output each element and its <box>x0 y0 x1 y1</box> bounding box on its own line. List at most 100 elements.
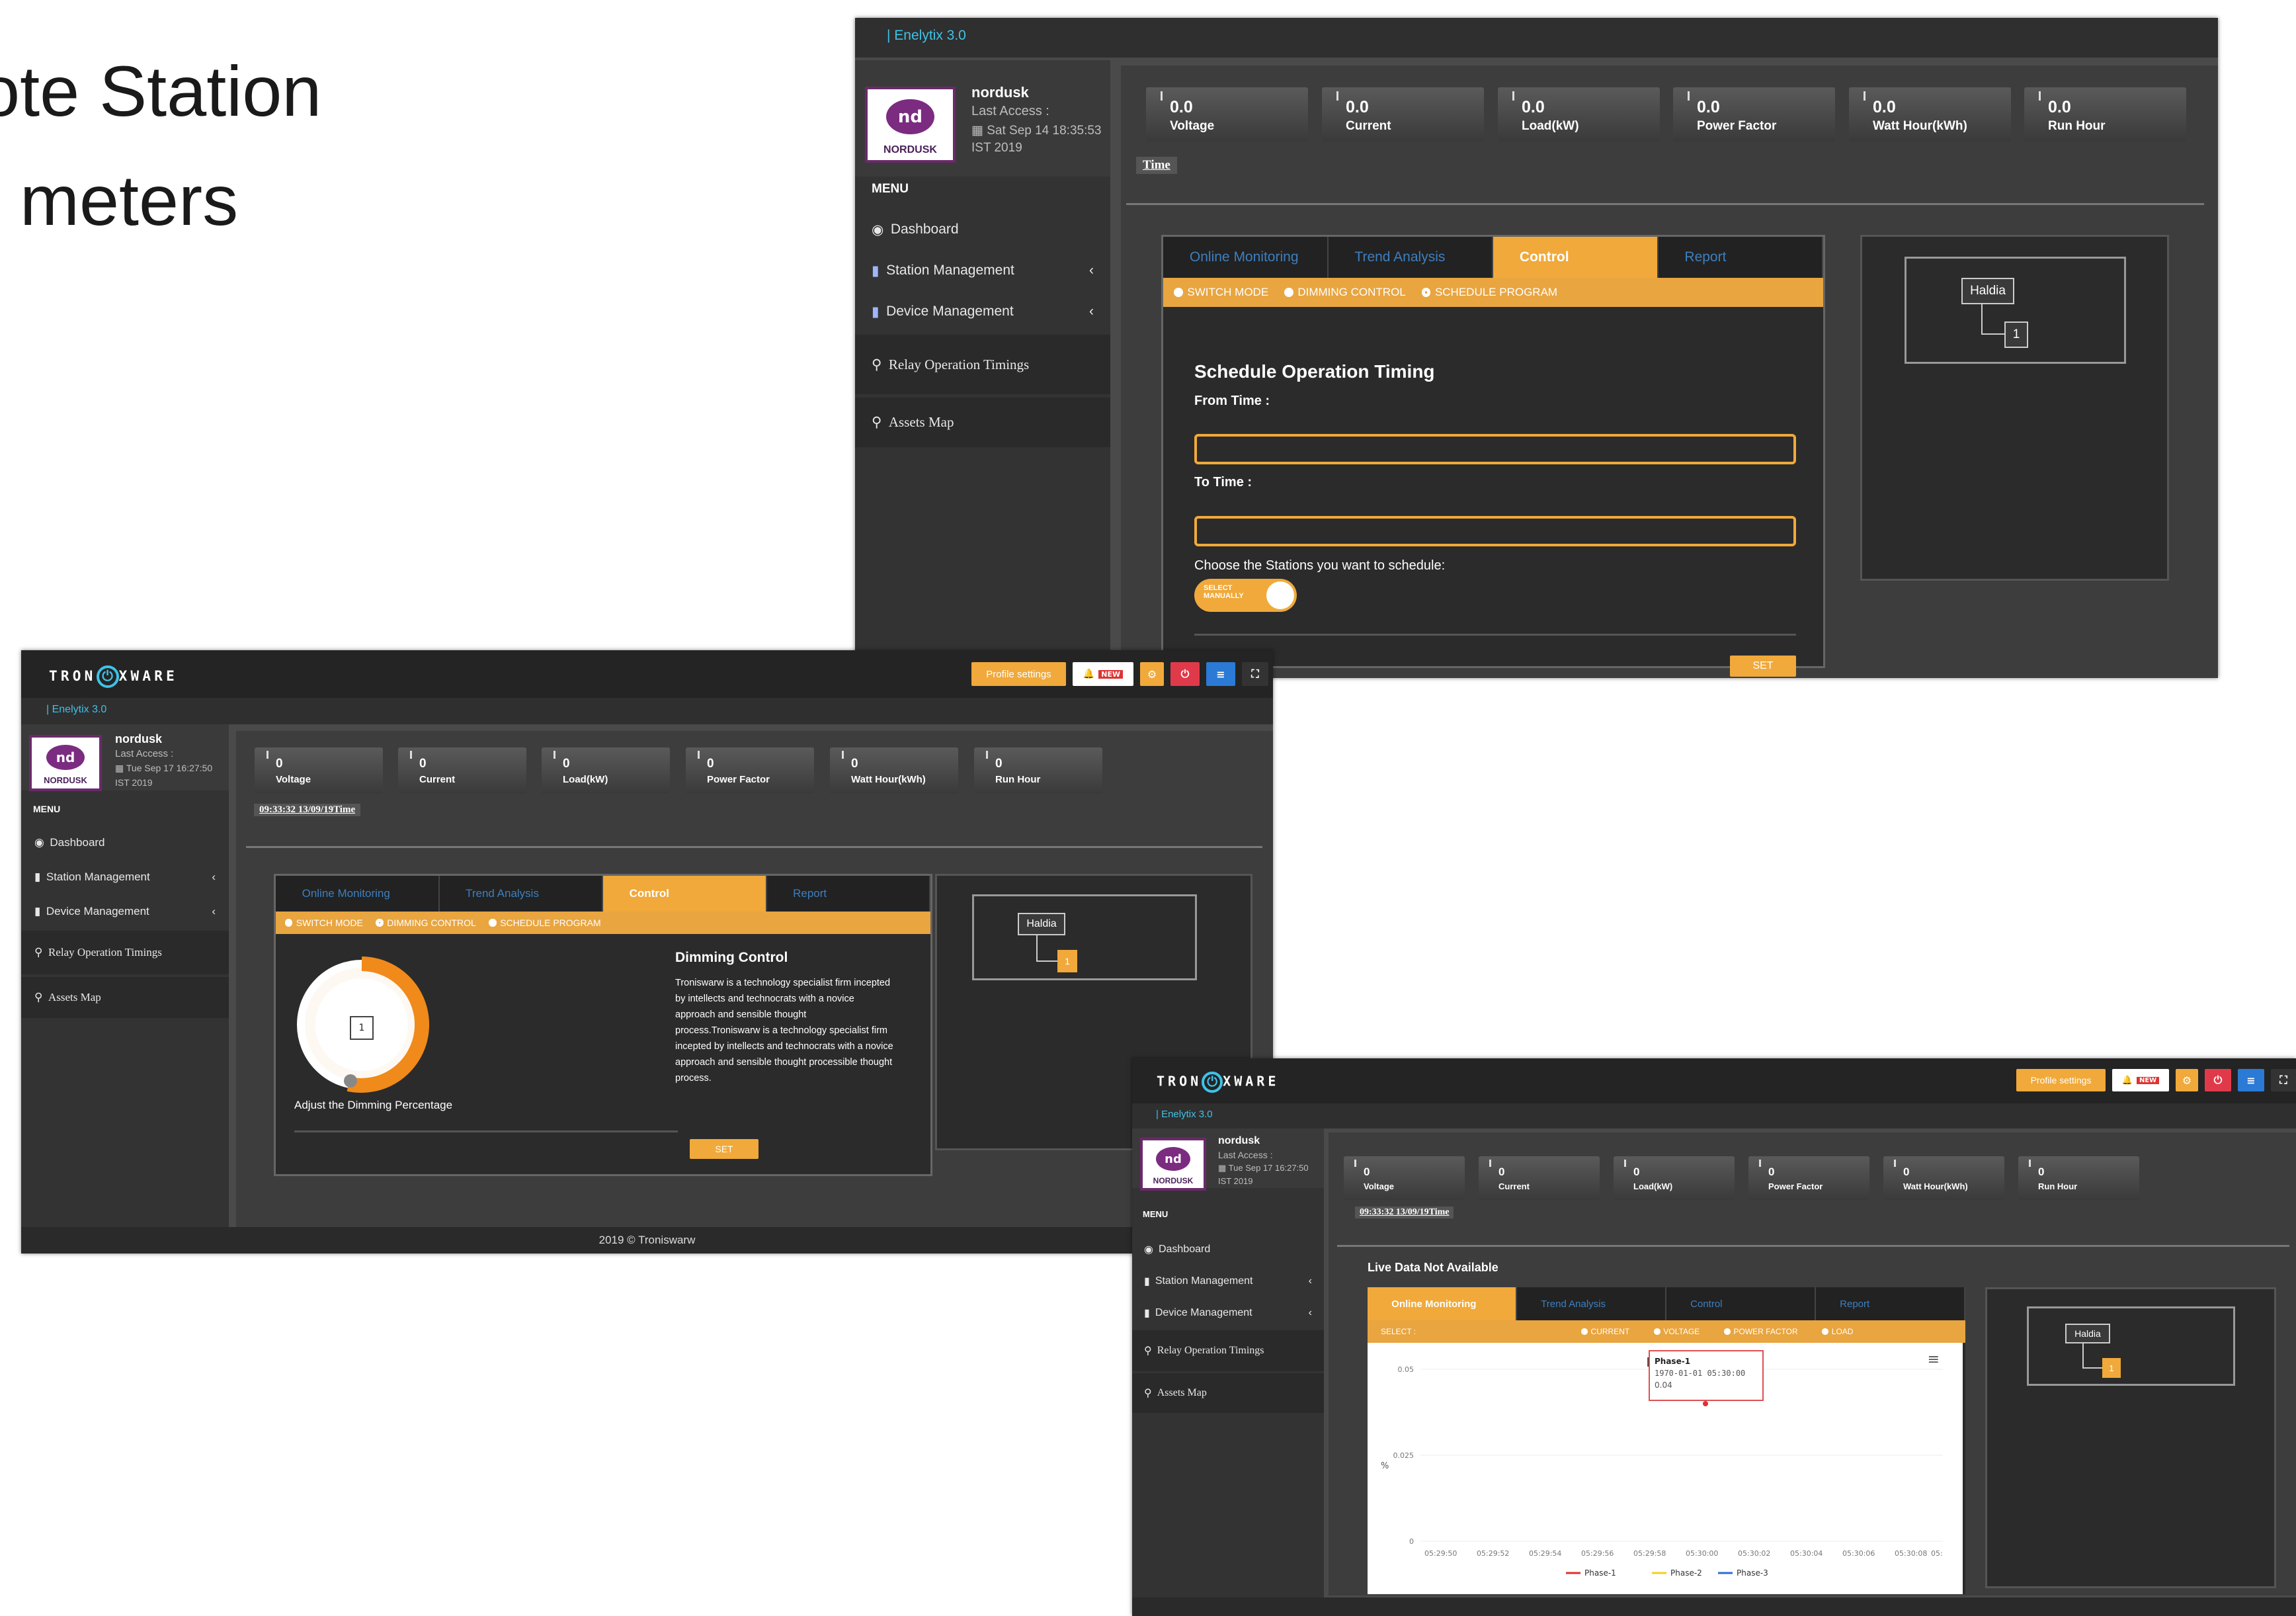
user-name: nordusk <box>1218 1135 1260 1146</box>
sidebar-item-dashboard[interactable]: ◉ Dashboard <box>21 826 229 859</box>
radio-load[interactable]: LOAD <box>1822 1327 1853 1336</box>
power-button[interactable]: ⏻ <box>1170 662 1200 686</box>
brand-bar: | Enelytix 3.0 <box>1132 1103 2296 1128</box>
x-tick-label: 05:30:02 <box>1738 1549 1770 1558</box>
user-name: nordusk <box>115 732 163 745</box>
settings-icon[interactable]: ⚙ <box>2176 1069 2198 1091</box>
live-chart[interactable]: Live≡%0.050.025005:29:5005:29:5205:29:54… <box>1368 1343 1963 1594</box>
radio-switch-mode[interactable]: SWITCH MODE <box>285 917 363 928</box>
x-tick-label: 05:29:56 <box>1581 1549 1614 1558</box>
map-marker-icon: ⚲ <box>872 414 882 430</box>
last-access-date: ▦ Tue Sep 17 16:27:50 <box>115 763 213 773</box>
metric-card-current: 0 Current <box>1479 1156 1600 1200</box>
tab-control[interactable]: Control <box>1666 1287 1816 1320</box>
sidebar-item-relay-operation-timings[interactable]: ⚲ Relay Operation Timings <box>855 335 1110 394</box>
sidebar-item-device-management[interactable]: ▮ Device Management ‹ <box>21 895 229 928</box>
control-mode-radios: SWITCH MODE DIMMING CONTROL SCHEDULE PRO… <box>1163 278 1823 307</box>
time-display: 09:33:32 13/09/19Time <box>1355 1207 1454 1218</box>
dimming-value-input[interactable]: 1 <box>350 1016 374 1040</box>
radio-current[interactable]: CURRENT <box>1581 1327 1629 1336</box>
radio-dimming-control[interactable]: DIMMING CONTROL <box>376 917 476 928</box>
tree-node-child[interactable]: 1 <box>2004 321 2028 348</box>
adjust-dimming-label: Adjust the Dimming Percentage <box>294 1099 453 1111</box>
tab-online-monitoring[interactable]: Online Monitoring <box>1163 237 1329 278</box>
radio-dimming-control[interactable]: DIMMING CONTROL <box>1284 286 1406 299</box>
last-access-date: ▦ Tue Sep 17 16:27:50 <box>1218 1163 1309 1173</box>
sidebar: nd NORDUSK nordusk Last Access : ▦ Tue S… <box>21 724 229 1227</box>
bookmark-icon: ▮ <box>872 304 880 319</box>
last-access-date: ▦ Sat Sep 14 18:35:53 <box>971 124 1102 138</box>
tab-online-monitoring[interactable]: Online Monitoring <box>1368 1287 1517 1320</box>
tree-node-child[interactable]: 1 <box>1057 950 1077 972</box>
station-tree-panel: Haldia 1 <box>1985 1287 2276 1588</box>
metric-card-run-hour: 0 Run Hour <box>974 747 1102 794</box>
sidebar-item-station-management[interactable]: ▮ Station Management ‹ <box>21 861 229 894</box>
x-tick-label: 05:29:50 <box>1424 1549 1457 1558</box>
profile-settings-button[interactable]: Profile settings <box>2016 1069 2106 1091</box>
radio-schedule-program[interactable]: SCHEDULE PROGRAM <box>1421 286 1557 299</box>
bookmark-icon: ▮ <box>34 871 41 883</box>
last-access-tz: IST 2019 <box>971 141 1022 155</box>
bookmark-icon: ▮ <box>872 263 880 278</box>
map-marker-icon: ⚲ <box>872 356 882 372</box>
tree-node-haldia[interactable]: Haldia <box>1018 913 1065 935</box>
slide-title-line1: ote Station <box>0 51 322 131</box>
x-tick-label: 05:30:04 <box>1790 1549 1823 1558</box>
chevron-left-icon: ‹ <box>212 905 216 917</box>
last-access-label: Last Access : <box>971 104 1049 118</box>
set-button[interactable]: SET <box>690 1139 758 1159</box>
profile-settings-button[interactable]: Profile settings <box>971 662 1066 686</box>
radio-switch-mode[interactable]: SWITCH MODE <box>1174 286 1268 299</box>
map-marker-icon: ⚲ <box>34 991 43 1003</box>
tree-node-haldia[interactable]: Haldia <box>1961 278 2014 304</box>
sidebar-item-assets-map[interactable]: ⚲ Assets Map <box>1132 1373 1324 1413</box>
fullscreen-icon[interactable]: ⛶ <box>1242 662 1268 686</box>
tab-report[interactable]: Report <box>766 876 930 912</box>
sidebar-item-assets-map[interactable]: ⚲ Assets Map <box>855 398 1110 447</box>
sidebar-item-device-management[interactable]: ▮ Device Management ‹ <box>1132 1298 1324 1328</box>
tab-report[interactable]: Report <box>1816 1287 1965 1320</box>
sidebar-item-device-management[interactable]: ▮ Device Management ‹ <box>855 292 1110 331</box>
chart-menu-icon: ≡ <box>1928 1351 1940 1368</box>
power-button[interactable]: ⏻ <box>2205 1069 2231 1091</box>
menu-icon[interactable]: ≡ <box>2238 1069 2264 1091</box>
sidebar-item-dashboard[interactable]: ◉ Dashboard <box>855 210 1110 249</box>
tree-node-haldia[interactable]: Haldia <box>2065 1324 2110 1343</box>
from-time-input[interactable] <box>1194 434 1796 464</box>
sidebar-item-assets-map[interactable]: ⚲ Assets Map <box>21 977 229 1018</box>
radio-voltage[interactable]: VOLTAGE <box>1654 1327 1700 1336</box>
sidebar-item-station-management[interactable]: ▮ Station Management ‹ <box>1132 1266 1324 1297</box>
sidebar-item-station-management[interactable]: ▮ Station Management ‹ <box>855 251 1110 290</box>
set-button[interactable]: SET <box>1730 656 1796 677</box>
radio-power-factor[interactable]: POWER FACTOR <box>1724 1327 1798 1336</box>
sidebar-item-dashboard[interactable]: ◉ Dashboard <box>1132 1234 1324 1265</box>
tab-control[interactable]: Control <box>603 876 767 912</box>
metric-card-voltage: 0.0 Voltage <box>1146 87 1308 142</box>
tab-trend-analysis[interactable]: Trend Analysis <box>1328 237 1493 278</box>
menu-icon[interactable]: ≡ <box>1206 662 1235 686</box>
tree-node-child[interactable]: 1 <box>2102 1358 2121 1378</box>
fullscreen-icon[interactable]: ⛶ <box>2271 1069 2296 1091</box>
chevron-left-icon: ‹ <box>1089 263 1094 278</box>
notification-button[interactable]: 🔔 NEW <box>1073 662 1133 686</box>
metric-card-load: 0.0 Load(kW) <box>1498 87 1660 142</box>
notification-button[interactable]: 🔔 NEW <box>2112 1069 2169 1091</box>
select-manually-toggle[interactable]: SELECT MANUALLY <box>1194 579 1297 612</box>
tab-trend-analysis[interactable]: Trend Analysis <box>1517 1287 1666 1320</box>
sidebar-item-relay-operation-timings[interactable]: ⚲ Relay Operation Timings <box>21 931 229 974</box>
tab-trend-analysis[interactable]: Trend Analysis <box>439 876 603 912</box>
tab-control[interactable]: Control <box>1493 237 1659 278</box>
legend-phase-1: Phase-1 <box>1584 1568 1616 1578</box>
tab-report[interactable]: Report <box>1658 237 1823 278</box>
metric-card-current: 0 Current <box>398 747 526 794</box>
x-tick-label: 05:30:08 <box>1895 1549 1927 1558</box>
control-panel: Online Monitoring Trend Analysis Control… <box>1161 235 1825 677</box>
dashboard-icon: ◉ <box>1144 1244 1153 1255</box>
tooltip-value: 0.04 <box>1655 1381 1672 1390</box>
x-tick-label: 05:29:58 <box>1633 1549 1666 1558</box>
to-time-input[interactable] <box>1194 516 1796 546</box>
tab-online-monitoring[interactable]: Online Monitoring <box>276 876 440 912</box>
radio-schedule-program[interactable]: SCHEDULE PROGRAM <box>489 917 601 928</box>
sidebar-item-relay-operation-timings[interactable]: ⚲ Relay Operation Timings <box>1132 1330 1324 1371</box>
settings-icon[interactable]: ⚙ <box>1140 662 1164 686</box>
